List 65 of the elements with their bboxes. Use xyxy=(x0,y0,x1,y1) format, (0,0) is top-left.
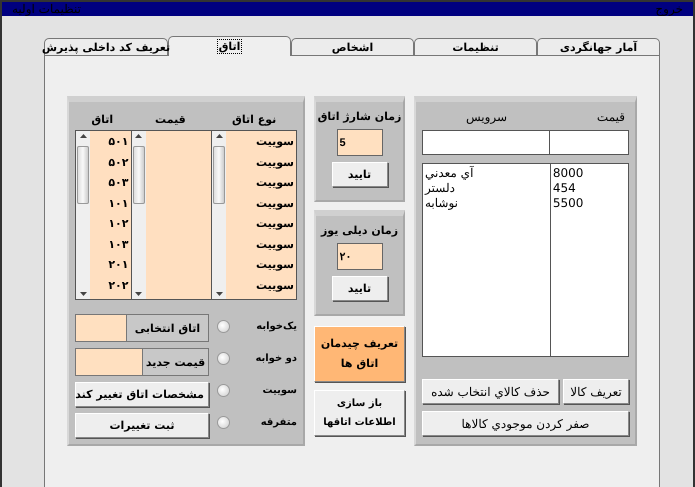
room-type-item[interactable]: سوییت xyxy=(228,152,294,173)
time-input[interactable]: ۲۰ xyxy=(336,243,382,270)
tab[interactable]: آمار جهانگردی xyxy=(537,38,660,56)
service-name: نوشابه xyxy=(425,196,460,211)
reset-stock-button[interactable]: صفر کردن موجودي کالاها xyxy=(422,411,629,436)
room-number-item[interactable]: ۵۰۳ xyxy=(92,173,128,194)
room-layout-button[interactable]: تعریف چیدمان اتاق ها xyxy=(314,326,405,382)
window-title: تنظیمات اولیه xyxy=(12,2,81,16)
room-number-item[interactable]: ۵۰۲ xyxy=(92,152,128,173)
tab[interactable]: اتاق xyxy=(168,36,291,56)
column-header: سرویس xyxy=(466,110,508,124)
room-type-item[interactable]: سوییت xyxy=(228,173,294,194)
room-number-item[interactable]: ۱۰۱ xyxy=(92,194,128,214)
radio-button[interactable] xyxy=(217,384,230,396)
room-type-item[interactable]: سوییت xyxy=(228,276,294,296)
radio-label: متفرقه xyxy=(260,416,297,428)
room-number-item[interactable]: ۱۰۲ xyxy=(92,214,128,234)
scroll-down-icon[interactable] xyxy=(135,292,142,296)
radio-label: دو خوابه xyxy=(255,352,297,364)
confirm-button[interactable]: تایید xyxy=(332,162,388,187)
group-title: زمان دیلی یوز xyxy=(320,224,398,237)
scroll-up-icon[interactable] xyxy=(135,134,142,138)
scrollbar[interactable] xyxy=(212,131,226,299)
room-number-item[interactable]: ۵۰۱ xyxy=(92,132,128,152)
radio-label: سوییت xyxy=(262,384,297,396)
tab[interactable]: اشخاص xyxy=(291,38,414,56)
confirm-button[interactable]: تایید xyxy=(332,276,388,301)
group-title: زمان شارژ اتاق xyxy=(318,110,402,123)
room-type-item[interactable]: سوییت xyxy=(228,132,294,152)
scroll-up-icon[interactable] xyxy=(216,134,223,138)
column-header: قیمت xyxy=(596,110,625,124)
rebuild-button[interactable]: باز سازی اطلاعات اتاقها xyxy=(314,390,405,436)
scrollbar[interactable] xyxy=(76,131,90,299)
scroll-down-icon[interactable] xyxy=(80,292,86,296)
service-name: دلستر xyxy=(425,181,456,196)
radio-button[interactable] xyxy=(217,416,230,428)
radio-button[interactable] xyxy=(217,320,230,332)
column-header: اتاق xyxy=(90,112,114,126)
room-number-item[interactable]: ۲۰۱ xyxy=(92,255,128,276)
room-action-button[interactable]: مشخصات اتاق تغییر کند xyxy=(75,382,209,407)
room-number-item[interactable]: ۲۰۲ xyxy=(92,276,128,296)
column-header: قیمت xyxy=(154,112,187,126)
radio-label: یک‌خوابه xyxy=(256,320,297,332)
room-type-item[interactable]: سوییت xyxy=(228,194,294,214)
room-type-item[interactable]: سوییت xyxy=(228,214,294,234)
price-text: 5500 xyxy=(552,196,584,211)
service-name: آي معدني xyxy=(425,166,475,181)
time-input[interactable]: 5 xyxy=(336,129,382,156)
price-text: 454 xyxy=(552,181,577,196)
price-text: 8000 xyxy=(552,166,584,181)
service-input[interactable] xyxy=(422,130,549,155)
service-button[interactable]: تعریف کالا xyxy=(563,379,629,404)
tab[interactable]: تعریف کد داخلی پذیرش xyxy=(44,38,168,56)
room-type-item[interactable]: سوییت xyxy=(228,255,294,276)
scrollbar[interactable] xyxy=(132,131,146,299)
room-action-button[interactable]: ثبت تغییرات xyxy=(75,413,209,438)
column-header: نوع اتاق xyxy=(231,112,278,126)
scroll-up-icon[interactable] xyxy=(80,134,86,138)
room-type-item[interactable]: سوییت xyxy=(228,234,294,255)
tab[interactable]: تنظیمات xyxy=(414,38,537,56)
scroll-down-icon[interactable] xyxy=(216,292,223,296)
radio-button[interactable] xyxy=(217,352,230,364)
price-input[interactable] xyxy=(549,130,629,155)
service-button[interactable]: حذف کالاي انتخاب شده xyxy=(422,379,559,404)
room-number-item[interactable]: ۱۰۳ xyxy=(92,234,128,255)
